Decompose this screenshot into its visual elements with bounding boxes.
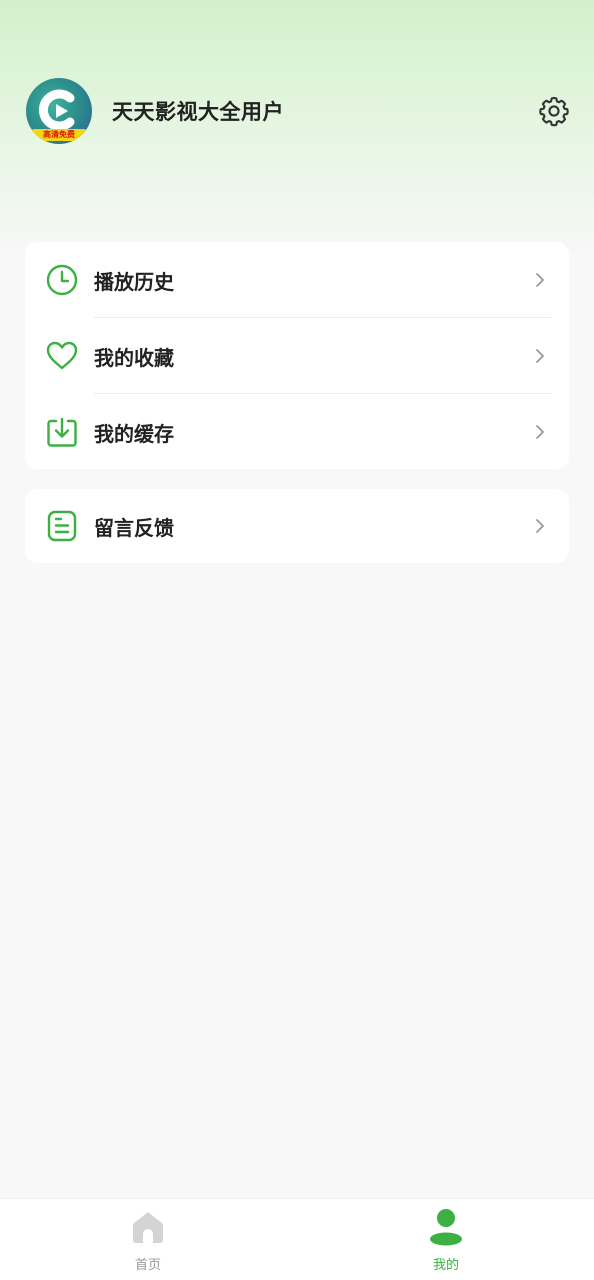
settings-button[interactable] bbox=[534, 91, 574, 131]
profile-page: 高清免费 天天影视大全用户 播放历史 我的收藏 我的缓存 留言反馈 首页 我的 bbox=[0, 0, 594, 1280]
gear-icon bbox=[539, 96, 569, 127]
chevron-right-icon bbox=[536, 425, 544, 439]
user-header: 高清免费 天天影视大全用户 bbox=[26, 78, 570, 144]
menu-item-label: 我的缓存 bbox=[94, 421, 174, 446]
home-icon bbox=[128, 1207, 168, 1247]
heart-icon bbox=[45, 339, 79, 373]
tab-label: 我的 bbox=[432, 1258, 459, 1273]
download-icon bbox=[45, 415, 79, 449]
menu-item-history[interactable]: 播放历史 bbox=[25, 242, 569, 318]
menu-item-label: 播放历史 bbox=[94, 269, 174, 294]
chevron-right-icon bbox=[536, 349, 544, 363]
menu-item-label: 我的收藏 bbox=[94, 345, 174, 370]
feedback-icon bbox=[45, 509, 79, 543]
avatar[interactable]: 高清免费 bbox=[26, 78, 92, 144]
person-icon bbox=[426, 1207, 466, 1247]
menu-item-favorites[interactable]: 我的收藏 bbox=[25, 318, 569, 394]
tab-mine[interactable]: 我的 bbox=[386, 1207, 506, 1277]
menu-item-label: 留言反馈 bbox=[94, 515, 174, 540]
tab-home[interactable]: 首页 bbox=[88, 1207, 208, 1277]
chevron-right-icon bbox=[536, 273, 544, 287]
chevron-right-icon bbox=[536, 519, 544, 533]
menu-card-primary: 播放历史 我的收藏 我的缓存 bbox=[25, 242, 569, 469]
username: 天天影视大全用户 bbox=[112, 100, 284, 124]
menu-card-secondary: 留言反馈 bbox=[25, 489, 569, 563]
menu-item-feedback[interactable]: 留言反馈 bbox=[25, 489, 569, 563]
menu-item-cache[interactable]: 我的缓存 bbox=[25, 394, 569, 470]
clock-icon bbox=[45, 263, 79, 297]
avatar-banner: 高清免费 bbox=[32, 129, 86, 141]
bottom-tab-bar: 首页 我的 bbox=[0, 1198, 594, 1280]
tab-label: 首页 bbox=[134, 1258, 161, 1273]
